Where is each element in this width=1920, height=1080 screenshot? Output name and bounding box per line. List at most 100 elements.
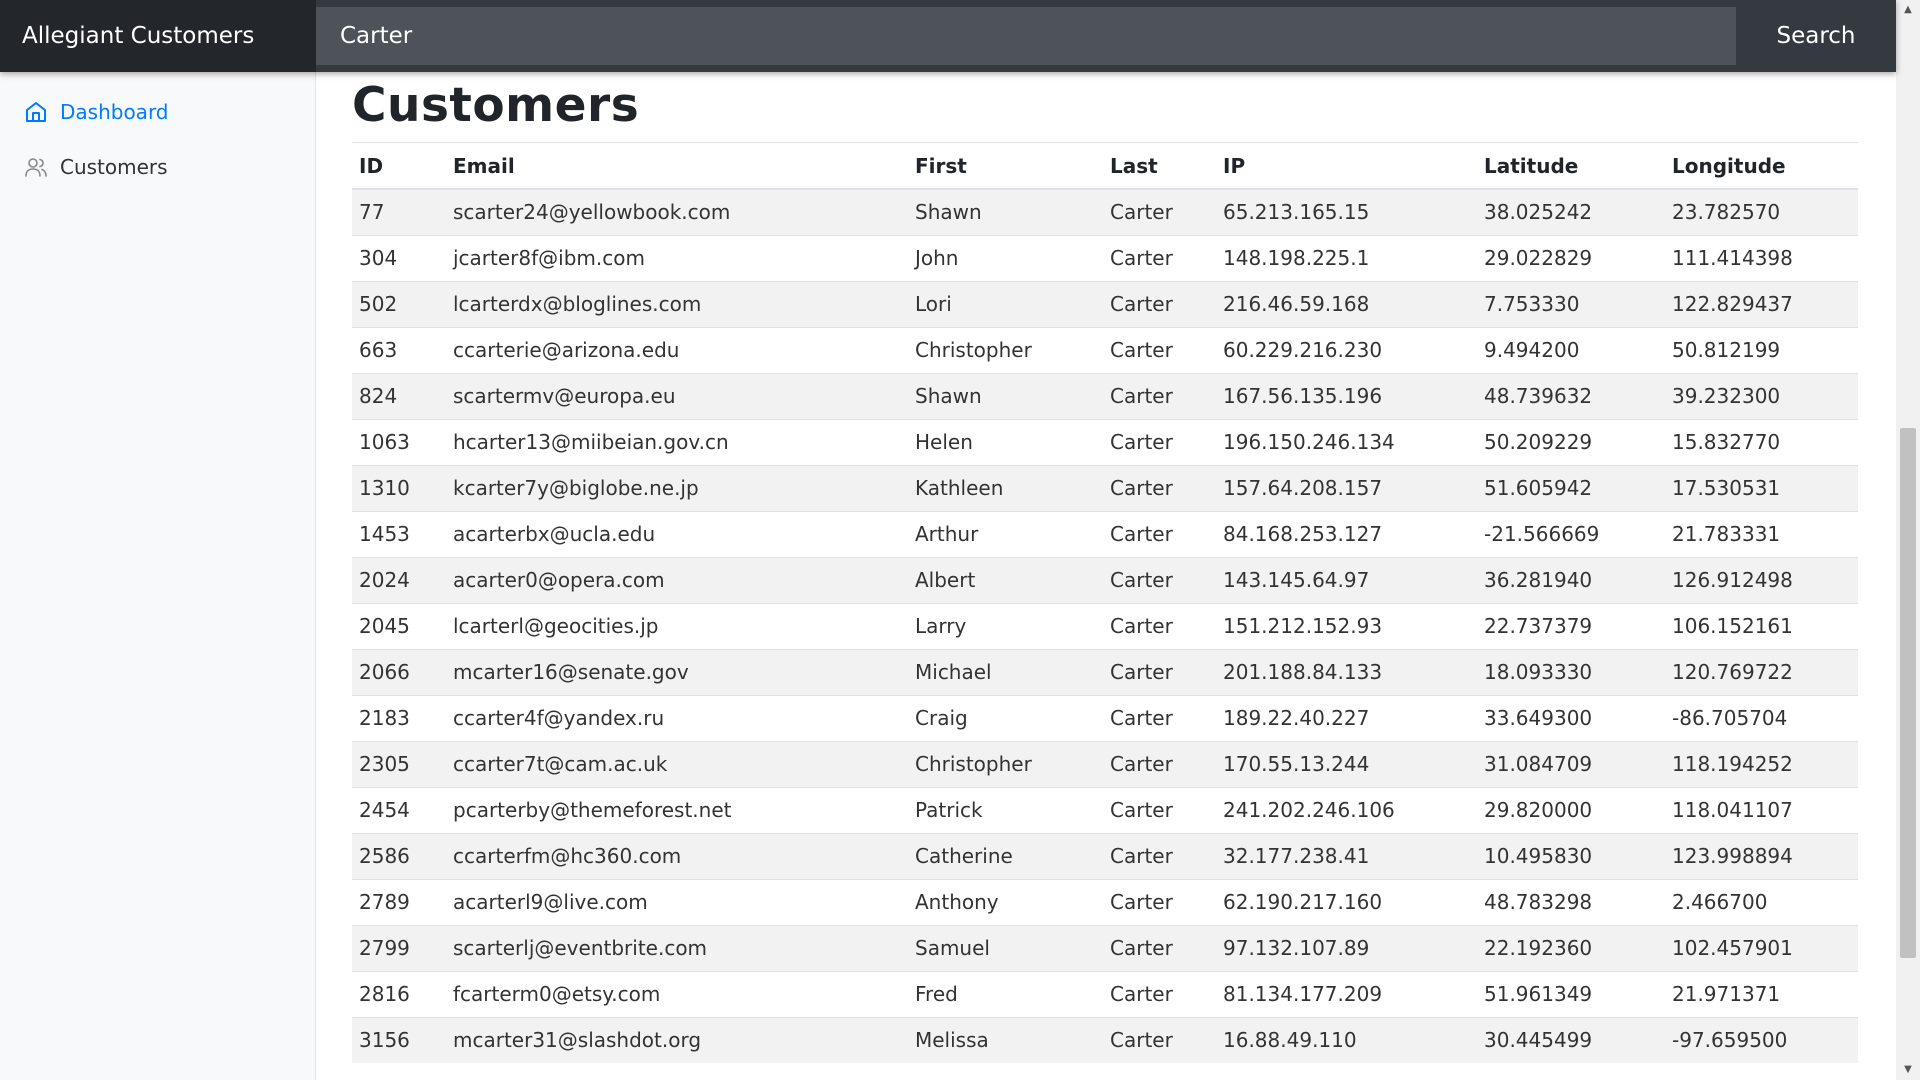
table-row[interactable]: 2789 acarterl9@live.com Anthony Carter 62.19… — [352, 878, 1858, 925]
cell-latitude: 18.093330 — [1477, 648, 1665, 695]
cell-email: kcarter7y@biglobe.ne.jp — [446, 464, 908, 511]
cell-latitude: 10.495830 — [1477, 832, 1665, 879]
cell-last: Carter — [1103, 970, 1216, 1017]
search-input[interactable] — [316, 7, 1736, 65]
table-row[interactable]: 1063 hcarter13@miibeian.gov.cn Helen Carter… — [352, 418, 1858, 465]
cell-latitude: 29.820000 — [1477, 786, 1665, 833]
cell-latitude: 22.192360 — [1477, 924, 1665, 971]
cell-last: Carter — [1103, 464, 1216, 511]
cell-latitude: 51.961349 — [1477, 970, 1665, 1017]
scroll-down-arrow-icon[interactable]: ▼ — [1896, 1060, 1920, 1080]
table-row[interactable]: 77 scarter24@yellowbook.com Shawn Carter 65.… — [352, 188, 1858, 235]
cell-id: 824 — [352, 372, 446, 419]
table-row[interactable]: 824 scartermv@europa.eu Shawn Carter 167.56.… — [352, 372, 1858, 419]
cell-last: Carter — [1103, 234, 1216, 281]
cell-last: Carter — [1103, 280, 1216, 327]
table-row[interactable]: 663 ccarterie@arizona.edu Christopher Carte… — [352, 326, 1858, 373]
scrollbar-thumb[interactable] — [1900, 428, 1916, 958]
cell-ip: 201.188.84.133 — [1216, 648, 1477, 695]
page-scrollbar[interactable]: ▲ ▼ — [1896, 0, 1920, 1080]
cell-email: ccarterfm@hc360.com — [446, 832, 908, 879]
cell-last: Carter — [1103, 372, 1216, 419]
scroll-up-arrow-icon[interactable]: ▲ — [1896, 0, 1920, 20]
cell-ip: 167.56.135.196 — [1216, 372, 1477, 419]
column-header-ip[interactable]: IP — [1216, 143, 1477, 190]
sidebar-item-label: Customers — [60, 154, 168, 179]
cell-first: Samuel — [908, 924, 1103, 971]
cell-last: Carter — [1103, 418, 1216, 465]
cell-id: 2789 — [352, 878, 446, 925]
cell-longitude: 120.769722 — [1665, 648, 1858, 695]
cell-email: scarter24@yellowbook.com — [446, 188, 908, 235]
cell-email: pcarterby@themeforest.net — [446, 786, 908, 833]
cell-latitude: 48.739632 — [1477, 372, 1665, 419]
cell-longitude: 118.194252 — [1665, 740, 1858, 787]
cell-latitude: 38.025242 — [1477, 188, 1665, 235]
cell-latitude: 51.605942 — [1477, 464, 1665, 511]
page-title: Customers — [352, 76, 1858, 143]
cell-email: mcarter16@senate.gov — [446, 648, 908, 695]
search-button[interactable]: Search — [1736, 23, 1896, 49]
cell-email: acarterl9@live.com — [446, 878, 908, 925]
cell-id: 2799 — [352, 924, 446, 971]
cell-latitude: 7.753330 — [1477, 280, 1665, 327]
table-row[interactable]: 2586 ccarterfm@hc360.com Catherine Carter 32… — [352, 832, 1858, 879]
table-row[interactable]: 1453 acarterbx@ucla.edu Arthur Carter 84.168… — [352, 510, 1858, 557]
cell-last: Carter — [1103, 924, 1216, 971]
cell-id: 2454 — [352, 786, 446, 833]
table-row[interactable]: 1310 kcarter7y@biglobe.ne.jp Kathleen Carte… — [352, 464, 1858, 511]
cell-last: Carter — [1103, 648, 1216, 695]
table-row[interactable]: 502 lcarterdx@bloglines.com Lori Carter 216.… — [352, 280, 1858, 327]
table-row[interactable]: 3156 mcarter31@slashdot.org Melissa Carter 1… — [352, 1016, 1858, 1063]
cell-email: lcarterdx@bloglines.com — [446, 280, 908, 327]
customers-table: ID Email First Last IP Latitude Longitud… — [352, 143, 1858, 1063]
cell-first: Patrick — [908, 786, 1103, 833]
brand-title[interactable]: Allegiant Customers — [0, 0, 316, 72]
table-row[interactable]: 2816 fcarterm0@etsy.com Fred Carter 81.134.1… — [352, 970, 1858, 1017]
cell-id: 1453 — [352, 510, 446, 557]
table-row[interactable]: 2066 mcarter16@senate.gov Michael Carter 201… — [352, 648, 1858, 695]
cell-id: 2586 — [352, 832, 446, 879]
cell-ip: 81.134.177.209 — [1216, 970, 1477, 1017]
cell-longitude: 15.832770 — [1665, 418, 1858, 465]
cell-email: hcarter13@miibeian.gov.cn — [446, 418, 908, 465]
cell-id: 3156 — [352, 1016, 446, 1063]
sidebar-item-customers[interactable]: Customers — [0, 139, 315, 194]
column-header-id[interactable]: ID — [352, 143, 446, 190]
column-header-longitude[interactable]: Longitude — [1665, 143, 1858, 190]
cell-email: acarter0@opera.com — [446, 556, 908, 603]
cell-longitude: 39.232300 — [1665, 372, 1858, 419]
cell-latitude: 9.494200 — [1477, 326, 1665, 373]
cell-first: Lori — [908, 280, 1103, 327]
cell-ip: 241.202.246.106 — [1216, 786, 1477, 833]
cell-first: Fred — [908, 970, 1103, 1017]
table-row[interactable]: 2454 pcarterby@themeforest.net Patrick Cart… — [352, 786, 1858, 833]
cell-email: jcarter8f@ibm.com — [446, 234, 908, 281]
table-row[interactable]: 2183 ccarter4f@yandex.ru Craig Carter 189.22… — [352, 694, 1858, 741]
table-row[interactable]: 304 jcarter8f@ibm.com John Carter 148.198.22… — [352, 234, 1858, 281]
cell-ip: 16.88.49.110 — [1216, 1016, 1477, 1063]
cell-email: fcarterm0@etsy.com — [446, 970, 908, 1017]
column-header-first[interactable]: First — [908, 143, 1103, 190]
cell-latitude: 22.737379 — [1477, 602, 1665, 649]
cell-first: Helen — [908, 418, 1103, 465]
table-row[interactable]: 2024 acarter0@opera.com Albert Carter 143.14… — [352, 556, 1858, 603]
cell-latitude: 33.649300 — [1477, 694, 1665, 741]
table-row[interactable]: 2799 scarterlj@eventbrite.com Samuel Carter… — [352, 924, 1858, 971]
sidebar-item-dashboard[interactable]: Dashboard — [0, 84, 315, 139]
cell-longitude: 123.998894 — [1665, 832, 1858, 879]
cell-first: Shawn — [908, 188, 1103, 235]
cell-email: acarterbx@ucla.edu — [446, 510, 908, 557]
cell-first: Melissa — [908, 1016, 1103, 1063]
column-header-email[interactable]: Email — [446, 143, 908, 190]
cell-last: Carter — [1103, 832, 1216, 879]
cell-id: 2045 — [352, 602, 446, 649]
cell-ip: 60.229.216.230 — [1216, 326, 1477, 373]
sidebar-item-label: Dashboard — [60, 99, 169, 124]
column-header-latitude[interactable]: Latitude — [1477, 143, 1665, 190]
cell-last: Carter — [1103, 694, 1216, 741]
column-header-last[interactable]: Last — [1103, 143, 1216, 190]
table-row[interactable]: 2045 lcarterl@geocities.jp Larry Carter 151.… — [352, 602, 1858, 649]
table-row[interactable]: 2305 ccarter7t@cam.ac.uk Christopher Carter… — [352, 740, 1858, 787]
cell-longitude: 126.912498 — [1665, 556, 1858, 603]
